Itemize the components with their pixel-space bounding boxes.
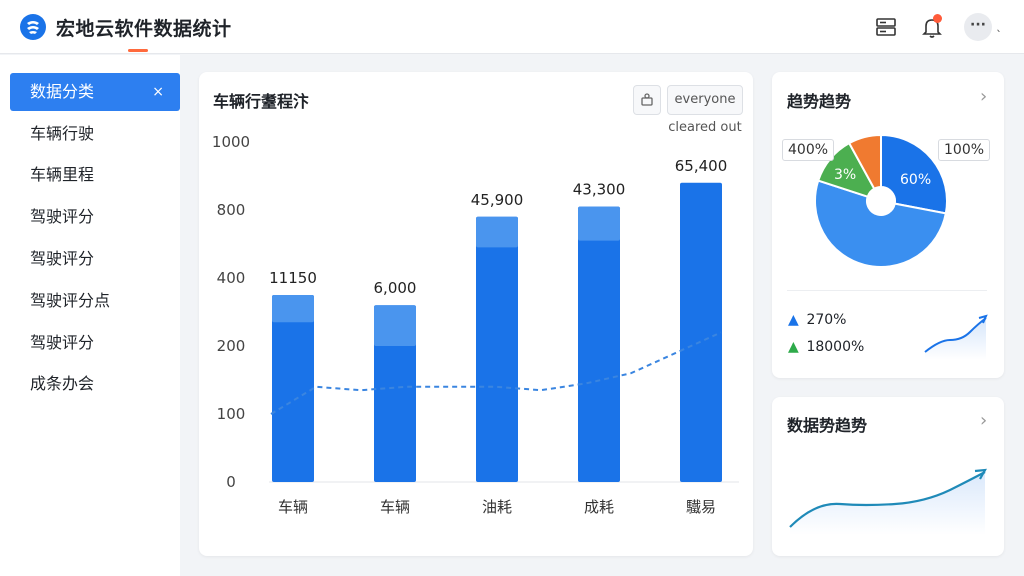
pie-callout-right: 100% (938, 139, 991, 161)
sidebar-item-label: 成条办会 (30, 374, 95, 393)
y-tick-label: 400 (217, 269, 246, 287)
sidebar-item-driving-score[interactable]: 驾驶评分 (10, 198, 180, 236)
avatar[interactable]: ··· (964, 13, 992, 41)
x-tick-label: 车辆 (278, 498, 308, 516)
bar-data-label: 65,400 (675, 157, 728, 175)
sidebar-item-label: 车辆里程 (30, 165, 95, 184)
card-divider (787, 290, 987, 291)
sidebar: 数据分类 × 车辆行驶 车辆里程 驾驶评分 驾驶评分 驾驶评分点 驾驶评分 成条… (0, 55, 180, 576)
arrow-up-icon: ▲ (788, 312, 799, 328)
y-tick-label: 1000 (212, 133, 250, 151)
sidebar-item-driving-score-3[interactable]: 驾驶评分 (10, 324, 180, 362)
bar (476, 216, 518, 483)
trend-line-chart (789, 468, 987, 535)
sidebar-item-vehicle-mileage[interactable]: 车辆里程 (10, 156, 180, 194)
sidebar-item-label: 驾驶评分 (30, 207, 95, 226)
y-tick-label: 100 (217, 405, 246, 423)
sidebar-item-vehicle-driving[interactable]: 车辆行驶 (10, 115, 180, 153)
pie-chart (814, 133, 948, 268)
server-icon[interactable] (874, 15, 898, 39)
x-tick-label: 油耗 (482, 498, 512, 516)
sidebar-item-driving-score-2[interactable]: 驾驶评分 (10, 240, 180, 278)
data-trend-card-title: 数据势趋势 (787, 416, 868, 435)
stat-value: 18000% (806, 339, 865, 355)
notification-dot (933, 14, 942, 23)
sidebar-item-driving-score-point[interactable]: 驾驶评分点 (10, 282, 180, 320)
bar-data-label: 43,300 (573, 181, 626, 199)
stat-value: 2⁠70% (806, 312, 847, 328)
bar-data-label: 45,900 (471, 191, 524, 209)
sidebar-item-label: 驾驶评分 (30, 333, 95, 352)
bar-chart: 0 100 200 400 800 1000 11150 车辆 6,000 车辆 45,900 油耗 4… (212, 133, 739, 516)
sidebar-item-data-category[interactable]: 数据分类 × (10, 73, 180, 111)
sparkline-small (924, 314, 988, 360)
x-tick-label: 驖易 (686, 498, 716, 516)
bar-highlight (374, 305, 416, 346)
pie-slice-label-3: 3% (834, 167, 857, 183)
y-tick-label: 200 (217, 337, 246, 355)
stat-row-up-green: ▲ 18000% (788, 339, 864, 355)
app-header: 宏地云软件数据统计 ··· ˎ (0, 0, 1024, 54)
sidebar-item-label: 驾驶评分点 (30, 291, 111, 310)
logo-icon (20, 14, 46, 40)
bar-highlight (272, 295, 314, 323)
app-title: 宏地云软件数据统计 (56, 18, 232, 40)
pie-callout-left: 400% (782, 139, 835, 161)
bar-data-label: 6,000 (374, 279, 417, 297)
title-underline (128, 49, 148, 52)
chevron-right-icon[interactable]: › (980, 410, 987, 431)
y-tick-label: 800 (217, 201, 246, 219)
sidebar-item-label: 车辆行驶 (30, 124, 95, 143)
stat-row-up: ▲ 2⁠70% (788, 312, 846, 328)
x-tick-label: 车辆 (380, 498, 410, 516)
sidebar-item-meeting[interactable]: 成条办会 (10, 365, 180, 403)
bar-data-label: 11150 (269, 269, 317, 287)
pie-slice-label-60: 60% (900, 172, 932, 188)
close-icon[interactable]: × (152, 73, 164, 111)
bar (578, 206, 620, 482)
bar-highlight (578, 206, 620, 241)
sidebar-item-label: 数据分类 (30, 82, 95, 101)
bar-highlight (476, 216, 518, 248)
bar (680, 182, 722, 483)
chevron-down-icon[interactable]: ˎ (996, 18, 1002, 32)
sidebar-item-label: 驾驶评分 (30, 249, 95, 268)
y-tick-label: 0 (226, 473, 236, 491)
arrow-up-icon: ▲ (788, 339, 799, 355)
x-tick-label: 成耗 (584, 498, 614, 516)
bar (272, 295, 314, 482)
